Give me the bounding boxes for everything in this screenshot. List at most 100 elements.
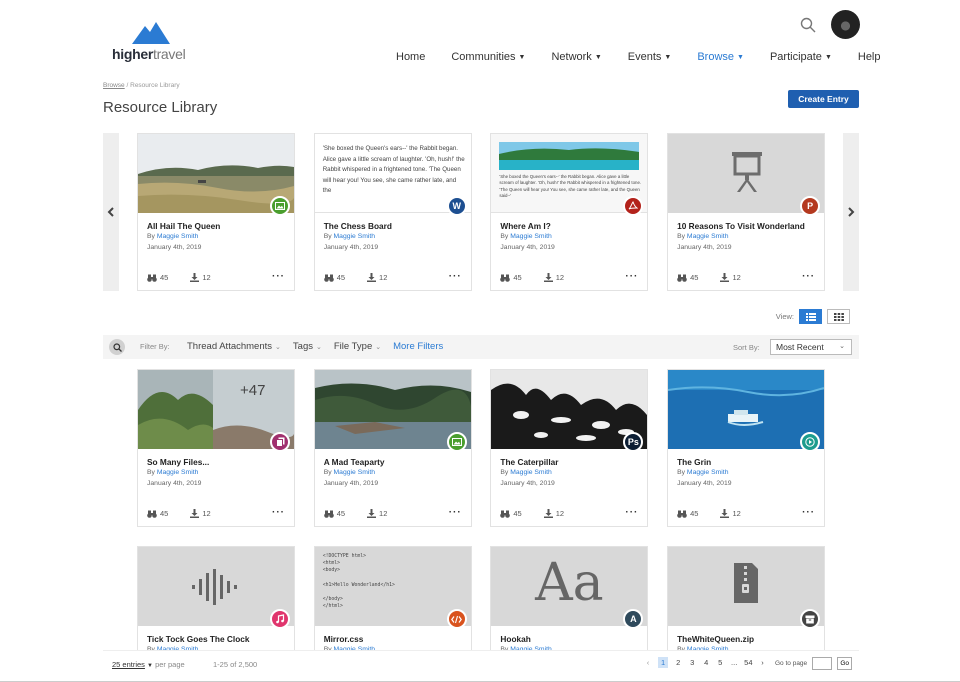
resource-card[interactable]: All Hail The Queen By Maggie Smith January… [137, 133, 295, 291]
author-link[interactable]: Maggie Smith [510, 233, 552, 240]
nav-item-help[interactable]: Help [858, 51, 881, 63]
card-title[interactable]: The Caterpillar [500, 457, 558, 467]
card-stats: 45 12 [677, 509, 741, 518]
download-count: 12 [732, 273, 741, 282]
more-options-button[interactable]: ··· [625, 271, 638, 282]
create-entry-button[interactable]: Create Entry [788, 90, 859, 108]
card-title[interactable]: Mirror.css [324, 634, 364, 644]
page-3[interactable]: 3 [688, 658, 696, 667]
more-options-button[interactable]: ··· [272, 271, 285, 282]
author-link[interactable]: Maggie Smith [157, 233, 199, 240]
binoculars-icon [323, 510, 334, 518]
card-date: January 4th, 2019 [147, 480, 202, 487]
carousel-prev-button[interactable] [103, 133, 119, 291]
resource-card[interactable]: Tick Tock Goes The Clock By Maggie Smith [137, 546, 295, 650]
author-link[interactable]: Maggie Smith [510, 469, 552, 476]
featured-carousel: All Hail The Queen By Maggie Smith January… [103, 133, 859, 291]
resource-card[interactable]: 'She boxed the Queen's ears--' the Rabbi… [313, 133, 472, 291]
download-count: 12 [732, 509, 741, 518]
image-icon [446, 432, 467, 452]
resource-card[interactable]: The Grin By Maggie Smith January 4th, 2019… [667, 369, 826, 527]
filter-file-type[interactable]: File Type ⌄ [334, 341, 381, 352]
filter-thread-attachments[interactable]: Thread Attachments ⌄ [187, 341, 281, 352]
card-title[interactable]: The Grin [677, 457, 711, 467]
author-link[interactable]: Maggie Smith [157, 469, 199, 476]
goto-page-input[interactable] [812, 657, 833, 670]
author-link[interactable]: Maggie Smith [334, 233, 376, 240]
card-author-line: By Maggie Smith [147, 233, 199, 240]
binoculars-icon [147, 274, 157, 282]
filter-search-button[interactable] [109, 339, 125, 355]
brand-logo[interactable]: highertravel [112, 22, 192, 64]
play-icon [800, 432, 821, 452]
resource-card[interactable]: Aa A Hookah By Maggie Smith [490, 546, 649, 650]
card-title[interactable]: The Chess Board [324, 221, 392, 231]
archive-icon [800, 609, 821, 629]
card-date: January 4th, 2019 [323, 480, 379, 487]
more-options-button[interactable]: ··· [625, 507, 638, 518]
pagination-bar: 25 entries ▼ per page 1-25 of 2,500 ‹ 1 2 3… [0, 650, 960, 682]
card-title[interactable]: TheWhiteQueen.zip [677, 634, 754, 644]
resource-card[interactable]: +47 So Many Files... By Maggie Smith Januar… [137, 369, 295, 527]
resource-card[interactable]: A Mad Teaparty By Maggie Smith January 4th… [313, 369, 472, 527]
grid-view-button[interactable] [827, 309, 850, 324]
filter-tags[interactable]: Tags ⌄ [293, 341, 322, 352]
author-link[interactable]: Maggie Smith [334, 469, 376, 476]
card-author-line: By Maggie Smith [147, 469, 199, 476]
caret-down-icon: ▼ [147, 663, 153, 669]
card-date: January 4th, 2019 [677, 480, 732, 487]
nav-item-events[interactable]: Events ▼ [628, 51, 672, 63]
sort-select[interactable]: Most Recent ⌄ [770, 339, 852, 355]
card-title[interactable]: A Mad Teaparty [324, 457, 385, 467]
entries-per-page[interactable]: 25 entries ▼ per page [112, 660, 185, 669]
download-count: 12 [555, 273, 565, 282]
chevron-down-icon: ⌄ [375, 344, 382, 351]
breadcrumb-browse-link[interactable]: Browse [103, 82, 125, 89]
download-icon [367, 273, 377, 282]
nav-item-network[interactable]: Network ▼ [551, 51, 601, 63]
nav-item-browse[interactable]: Browse ▼ [697, 51, 744, 63]
next-page-button[interactable]: › [759, 658, 767, 667]
list-view-button[interactable] [799, 309, 822, 324]
powerpoint-icon: P [800, 196, 821, 216]
nav-item-participate[interactable]: Participate ▼ [770, 51, 832, 63]
prev-page-button[interactable]: ‹ [644, 658, 652, 667]
goto-page-button[interactable]: Go [837, 657, 853, 670]
carousel-next-button[interactable] [843, 133, 859, 291]
filter-bar: Filter By: Thread Attachments ⌄ Tags ⌄ File … [103, 335, 859, 359]
page-2[interactable]: 2 [674, 658, 682, 667]
more-filters-link[interactable]: More Filters [393, 341, 443, 352]
more-options-button[interactable]: ··· [802, 271, 815, 282]
view-count: 45 [513, 509, 522, 518]
page-54[interactable]: 54 [744, 658, 752, 667]
page-4[interactable]: 4 [702, 658, 710, 667]
card-title[interactable]: So Many Files... [147, 457, 209, 467]
author-link[interactable]: Maggie Smith [687, 233, 729, 240]
search-icon[interactable] [799, 16, 817, 34]
page-5[interactable]: 5 [716, 658, 724, 667]
resource-card[interactable]: TheWhiteQueen.zip By Maggie Smith [667, 546, 826, 650]
more-options-button[interactable]: ··· [449, 271, 462, 282]
resource-card[interactable]: Ps The Caterpillar By Maggie Smith January … [490, 369, 649, 527]
nav-item-communities[interactable]: Communities ▼ [451, 51, 525, 63]
user-avatar[interactable] [831, 10, 860, 39]
card-title[interactable]: Hookah [500, 634, 530, 644]
more-options-button[interactable]: ··· [802, 507, 815, 518]
card-title[interactable]: Tick Tock Goes The Clock [147, 634, 250, 644]
view-count: 45 [690, 273, 699, 282]
author-link[interactable]: Maggie Smith [687, 469, 729, 476]
resource-card[interactable]: 'She boxed the Queen's ears--' the Rabbi… [490, 133, 649, 291]
card-title[interactable]: All Hail The Queen [147, 221, 220, 231]
download-count: 12 [202, 273, 211, 282]
card-title[interactable]: Where Am I? [500, 221, 550, 231]
card-date: January 4th, 2019 [147, 244, 202, 251]
resource-card[interactable]: <!DOCTYPE html> <html> <body> <h1>Hello Won… [313, 546, 472, 650]
view-count: 45 [513, 273, 522, 282]
card-title[interactable]: 10 Reasons To Visit Wonderland [677, 221, 805, 231]
nav-item-home[interactable]: Home [396, 51, 425, 63]
more-options-button[interactable]: ··· [272, 507, 285, 518]
resource-card[interactable]: P 10 Reasons To Visit Wonderland By Maggie… [667, 133, 826, 291]
page-1[interactable]: 1 [658, 657, 669, 668]
chevron-down-icon: ⌄ [315, 344, 322, 351]
more-options-button[interactable]: ··· [449, 507, 462, 518]
